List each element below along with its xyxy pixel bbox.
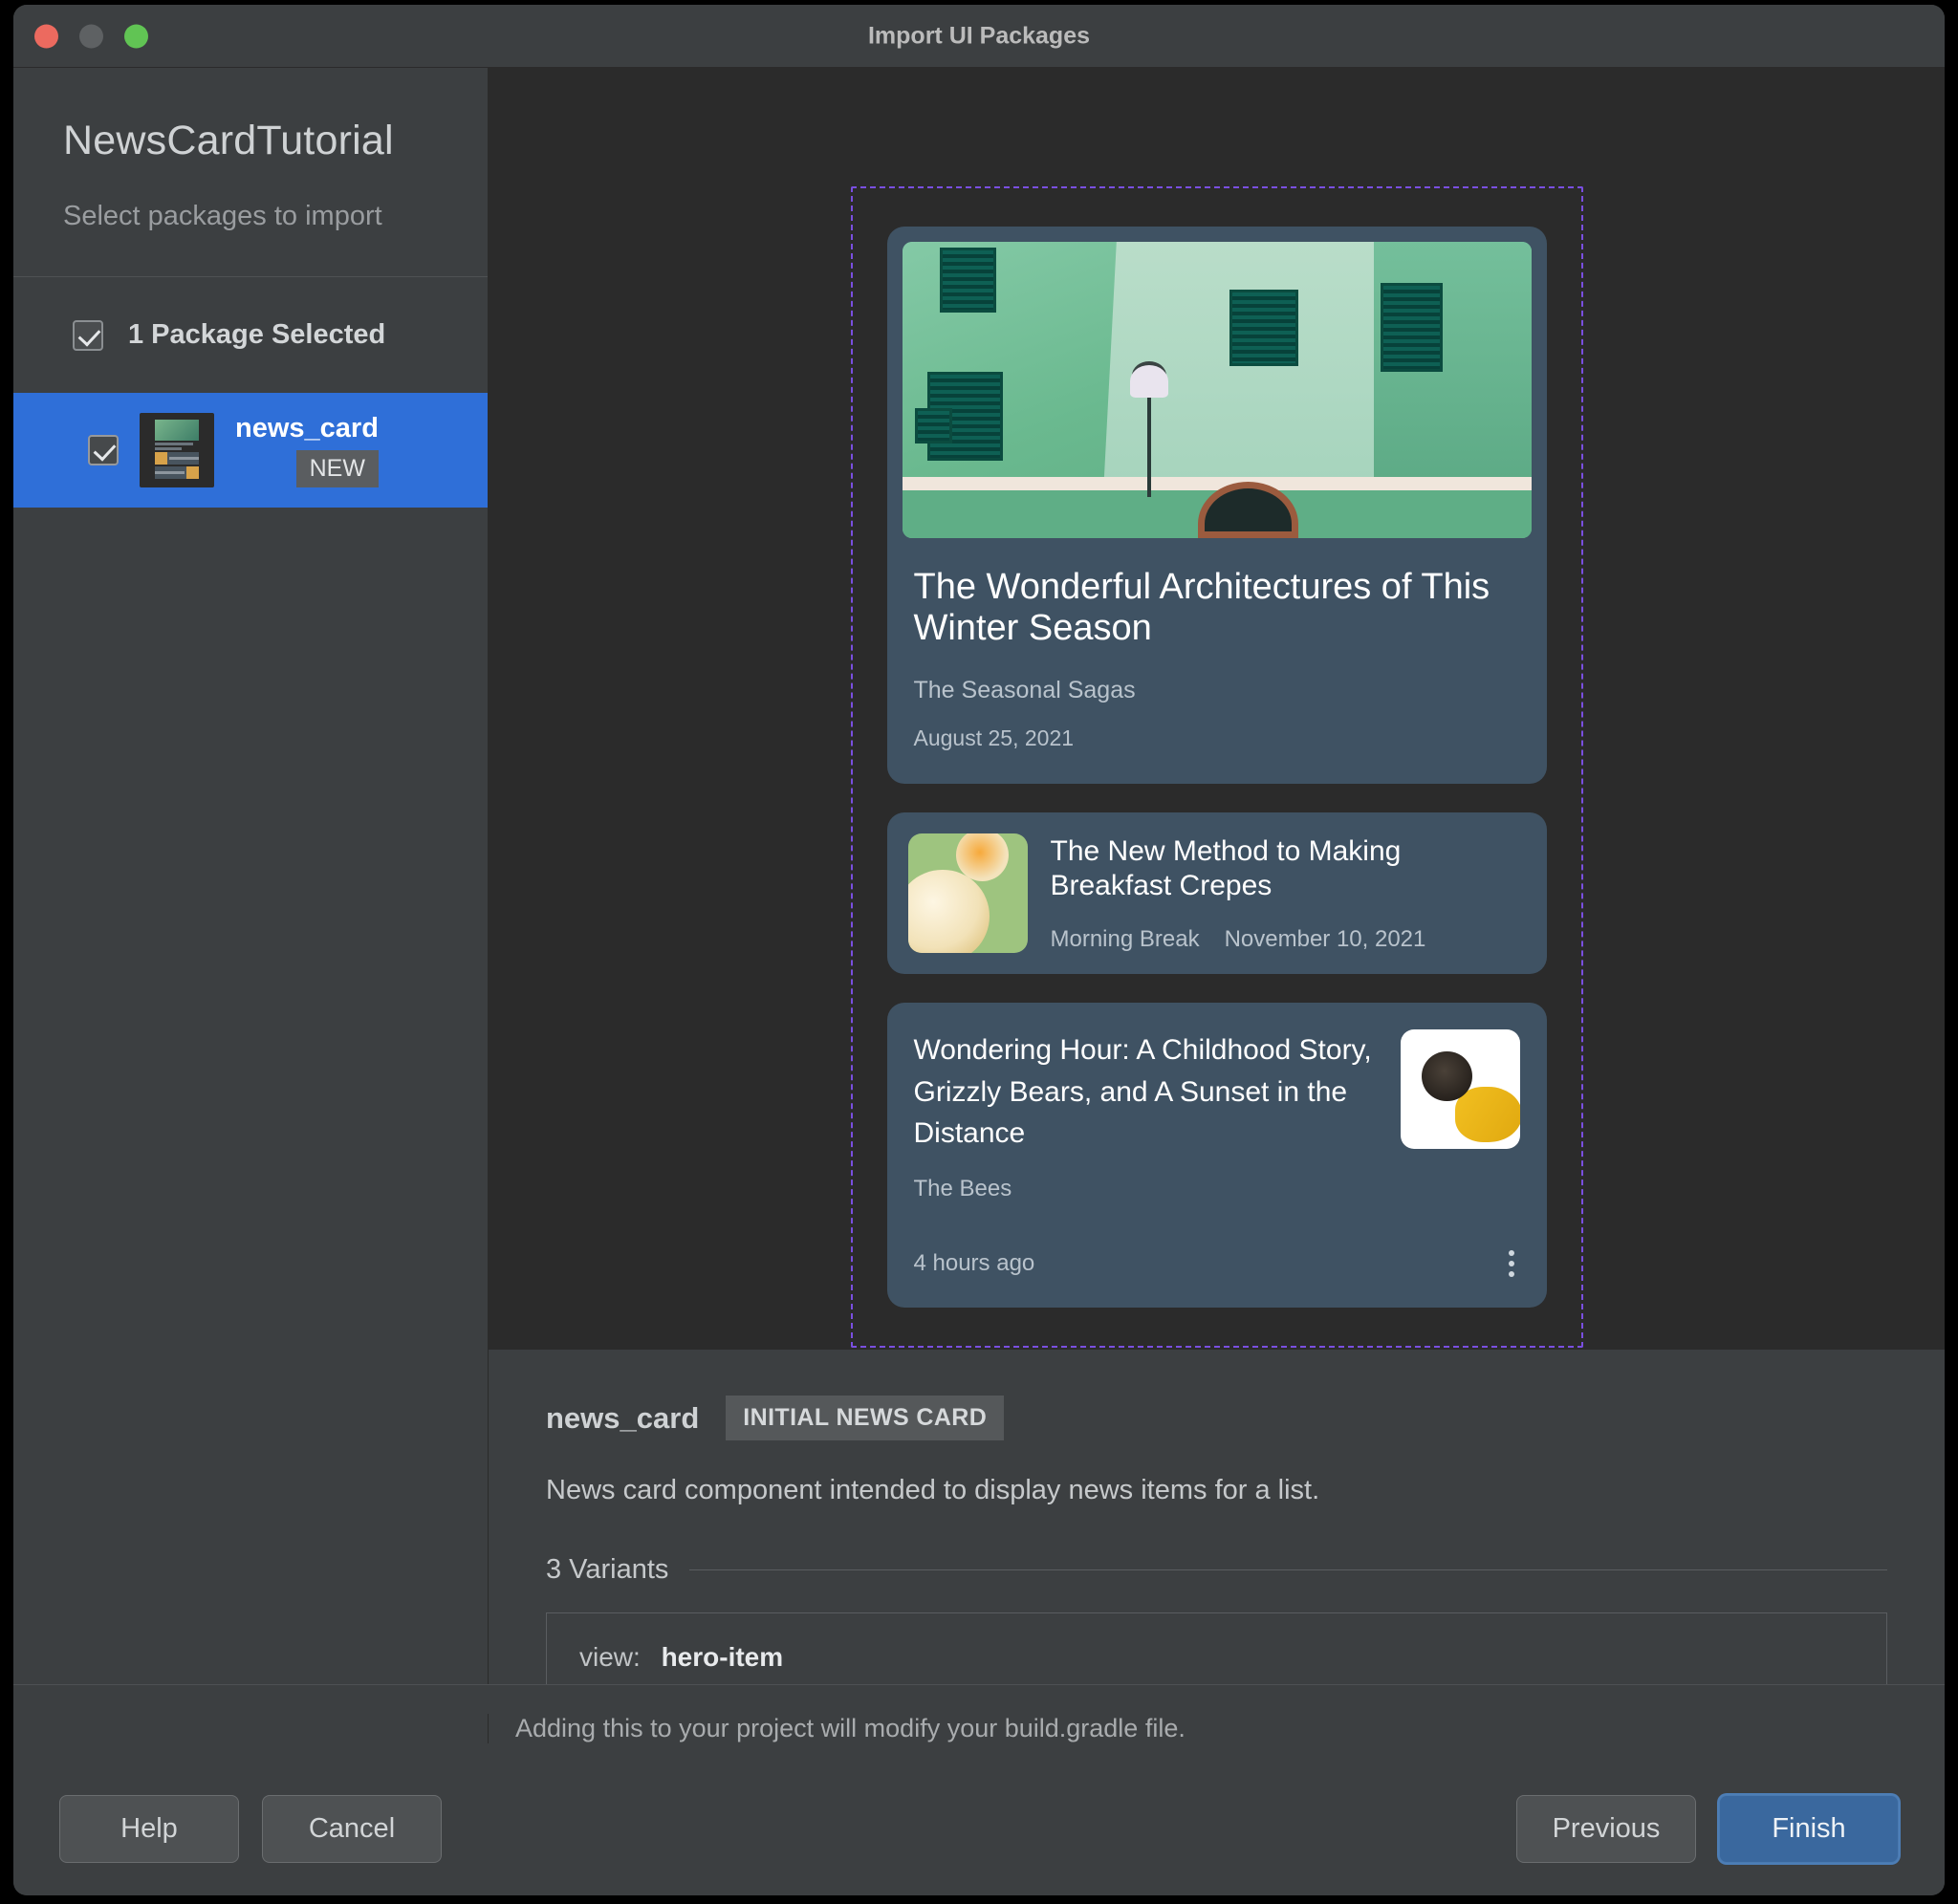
component-preview-canvas: The Wonderful Architectures of This Wint… [489,68,1945,1349]
list-card-title: The New Method to Making Breakfast Crepe… [1050,834,1402,901]
news-card-checkbox[interactable] [88,435,119,465]
variants-list: view: hero-item [546,1612,1887,1684]
package-selection-summary: 1 Package Selected [128,319,386,350]
preview-card-stack: The Wonderful Architectures of This Wint… [886,227,1547,1308]
variant-row[interactable]: view: hero-item [579,1642,1854,1673]
window-body: NewsCardTutorial Select packages to impo… [13,68,1945,1684]
previous-button[interactable]: Previous [1516,1795,1696,1863]
dialog-footer: Help Cancel Previous Finish [13,1770,1945,1895]
variants-section-header: 3 Variants [546,1554,1887,1586]
sidebar-subtitle: Select packages to import [63,201,382,231]
select-all-packages-row[interactable]: 1 Package Selected [13,277,488,393]
variant-value: hero-item [661,1642,784,1672]
details-header: news_card INITIAL NEWS CARD [546,1396,1887,1440]
variants-count-label: 3 Variants [546,1554,669,1585]
footer-note-bar: Adding this to your project will modify … [13,1684,1945,1770]
preview-list-card[interactable]: The New Method to Making Breakfast Crepe… [886,812,1547,975]
hero-card-date: August 25, 2021 [913,725,1075,751]
help-button[interactable]: Help [59,1795,239,1863]
list-card-date: November 10, 2021 [1224,925,1426,952]
select-all-checkbox[interactable] [73,319,103,351]
story-card-time: 4 hours ago [913,1249,1035,1276]
package-name: news_card [235,413,379,444]
component-name: news_card [546,1400,700,1435]
sidebar: NewsCardTutorial Select packages to impo… [13,68,489,1684]
variant-key: view: [579,1642,641,1672]
window-title: Import UI Packages [867,22,1091,49]
footer-note-spacer [13,1714,489,1743]
window-titlebar: Import UI Packages [13,5,1945,68]
preview-story-card[interactable]: Wondering Hour: A Childhood Story, Grizz… [886,1003,1547,1308]
sidebar-empty-area [13,508,488,1684]
finish-button[interactable]: Finish [1719,1795,1899,1863]
preview-hero-card[interactable]: The Wonderful Architectures of This Wint… [886,227,1547,785]
project-title: NewsCardTutorial [63,118,394,163]
story-card-source: The Bees [913,1175,1012,1201]
component-tag-badge: INITIAL NEWS CARD [726,1396,1005,1440]
component-details-panel: news_card INITIAL NEWS CARD News card co… [489,1349,1945,1684]
sidebar-header: NewsCardTutorial Select packages to impo… [13,68,488,276]
sidebar-item-news-card[interactable]: news_card NEW [13,393,488,508]
package-new-badge: NEW [295,450,379,487]
import-ui-packages-window: Import UI Packages NewsCardTutorial Sele… [13,5,1945,1895]
kebab-menu-icon[interactable] [1503,1244,1520,1283]
variants-divider [689,1569,1887,1570]
main-panel: The Wonderful Architectures of This Wint… [489,68,1945,1684]
hero-card-image [902,242,1532,538]
list-card-source: Morning Break [1050,925,1200,952]
preview-selection-outline: The Wonderful Architectures of This Wint… [850,186,1583,1348]
story-card-thumbnail [1400,1029,1520,1150]
hero-card-source: The Seasonal Sagas [913,677,1136,704]
build-gradle-note: Adding this to your project will modify … [515,1714,1186,1742]
hero-card-title: The Wonderful Architectures of This Wint… [913,567,1490,648]
list-card-thumbnail [907,833,1028,954]
news-card-thumbnail [140,413,214,487]
story-card-title: Wondering Hour: A Childhood Story, Grizz… [913,1034,1372,1150]
component-description: News card component intended to display … [546,1475,1320,1505]
cancel-button[interactable]: Cancel [262,1795,442,1863]
